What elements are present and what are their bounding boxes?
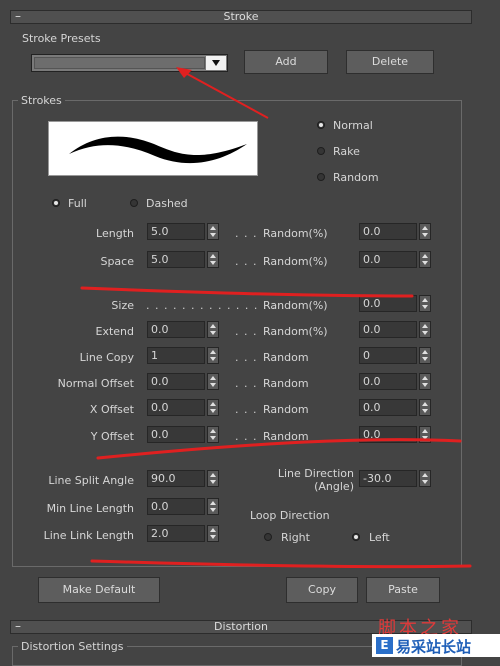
site-watermark: 脚本之家 E 易采站长站 xyxy=(372,612,500,657)
annotation-overlay xyxy=(80,67,472,569)
watermark-site-name: 易采站长站 xyxy=(396,638,472,656)
site-logo-icon: E xyxy=(376,637,393,654)
annotation-underline xyxy=(90,559,472,569)
watermark-bar: E 易采站长站 xyxy=(372,634,500,657)
annotation-arrow xyxy=(179,69,269,119)
annotation-underline xyxy=(96,438,462,460)
annotation-underline xyxy=(80,286,414,298)
